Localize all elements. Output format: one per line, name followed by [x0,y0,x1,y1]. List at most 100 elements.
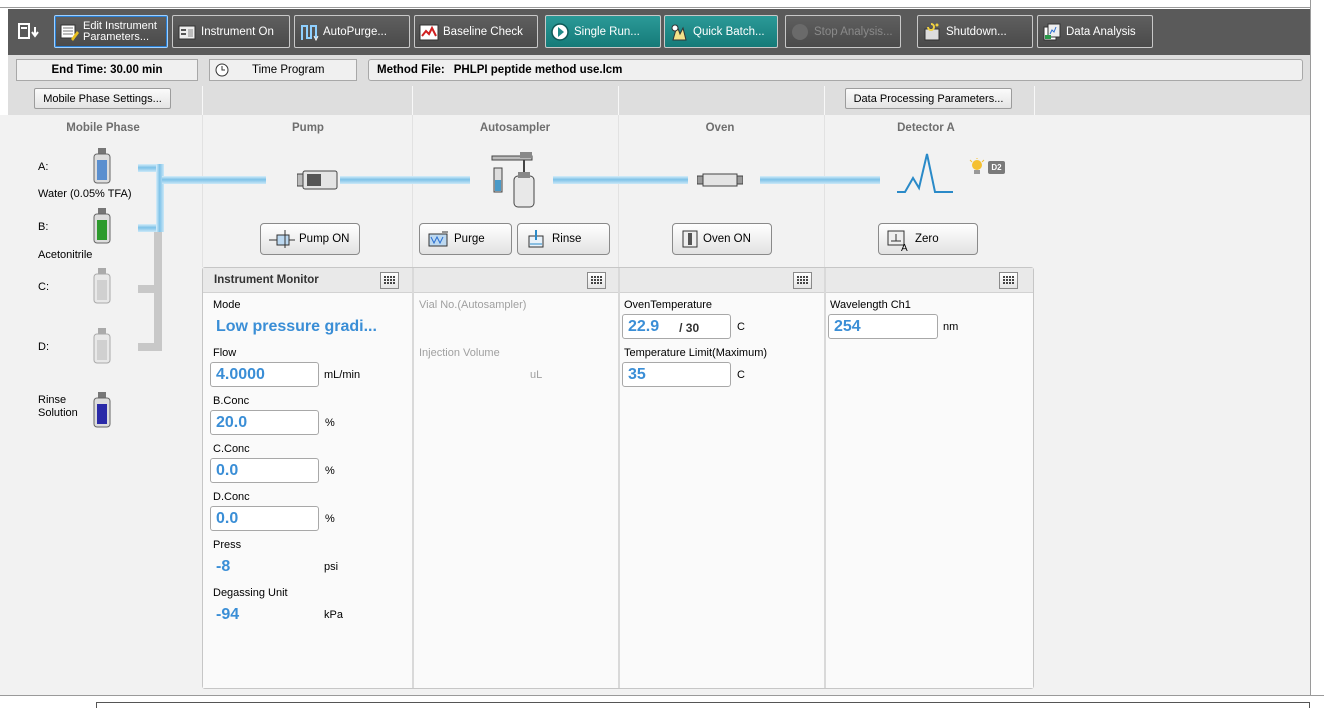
wavelength-label: Wavelength Ch1 [830,299,911,311]
mobile-phase-settings-button[interactable]: Mobile Phase Settings... [34,88,171,109]
instrument-monitor-title: Instrument Monitor [214,274,319,286]
purge-icon [428,230,450,248]
press-label: Press [213,539,242,551]
shutdown-button[interactable]: Shutdown... [917,15,1033,48]
bconc-unit: % [325,417,335,429]
column-divider [1034,86,1035,115]
baseline-check-button[interactable]: Baseline Check [414,15,538,48]
lab-solutions-window: Edit Instrument Parameters... Instrument … [0,0,1324,708]
purge-label: Purge [454,233,485,245]
single-run-button[interactable]: Single Run... [545,15,661,48]
monitor-divider [412,268,414,688]
mode-value: Low pressure gradi... [216,317,377,335]
bottle-rinse-icon[interactable] [92,392,112,428]
quick-batch-icon [669,22,689,42]
quick-batch-button[interactable]: Quick Batch... [664,15,778,48]
time-program-button[interactable]: Time Program [209,59,357,81]
svg-text:A: A [901,243,908,252]
degassing-label: Degassing Unit [213,587,288,599]
autopurge-button[interactable]: AutoPurge... [294,15,410,48]
rinse-label: Rinse [552,233,582,245]
data-analysis-icon [1042,22,1062,42]
column-divider [412,115,413,267]
pipe-pump-to-autosampler [340,176,470,184]
flow-label: Flow [213,347,237,359]
method-file-display: Method File: PHLPI peptide method use.lc… [368,59,1303,81]
monitor-divider [824,268,826,688]
bottle-b-icon[interactable] [92,208,112,244]
data-processing-parameters-button[interactable]: Data Processing Parameters... [845,88,1012,109]
baseline-check-label: Baseline Check [443,25,523,38]
mobile-phase-d-label: D: [38,341,49,353]
dconc-value-field[interactable]: 0.0 [210,506,319,531]
flow-value-field[interactable]: 4.0000 [210,362,319,387]
rinse-button[interactable]: Rinse [517,223,610,255]
pipe-oven-to-detector [760,176,880,184]
time-program-label: Time Program [252,64,325,76]
mobile-phase-a-label: A: [38,161,49,173]
quick-batch-label: Quick Batch... [693,25,765,38]
line-cd-pipe [154,232,162,351]
end-time-display: End Time: 30.00 min [16,59,198,81]
oven-grid-settings-icon[interactable] [793,272,812,289]
bconc-label: B.Conc [213,395,250,407]
purge-button[interactable]: Purge [419,223,512,255]
oven-temperature-field[interactable]: 22.9 / 30 [622,314,731,339]
stop-analysis-button[interactable]: Stop Analysis... [785,15,901,48]
detector-signal-icon [897,152,955,198]
cconc-unit: % [325,465,335,477]
mobile-phase-c-label: C: [38,281,49,293]
vial-number-label: Vial No.(Autosampler) [419,299,527,311]
bottle-d-icon[interactable] [92,328,112,364]
clock-icon [214,62,230,78]
wavelength-field[interactable]: 254 [828,314,938,339]
cconc-value-field[interactable]: 0.0 [210,458,319,483]
detector-grid-settings-icon[interactable] [999,272,1018,289]
flow-unit: mL/min [324,369,361,381]
method-file-value: PHLPI peptide method use.lcm [453,64,623,76]
method-file-label: Method File: [377,64,445,76]
oven-temperature-unit: C [737,321,745,333]
edit-instrument-parameters-button[interactable]: Edit Instrument Parameters... [54,15,168,48]
wavelength-unit: nm [943,321,959,333]
mode-label: Mode [213,299,241,311]
oven-title: Oven [705,122,735,134]
bottom-tab[interactable] [96,702,1310,708]
oven-temperature-label: OvenTemperature [624,299,713,311]
oven-on-button[interactable]: Oven ON [672,223,772,255]
bottle-c-icon[interactable] [92,268,112,304]
autosampler-grid-settings-icon[interactable] [587,272,606,289]
pump-icon [296,168,339,192]
pump-on-icon [269,230,295,248]
oven-temperature-setpoint: / 30 [679,321,700,335]
monitor-divider [618,268,620,688]
detector-title: Detector A [897,122,955,134]
pipe-to-pump [162,176,266,184]
column-divider [412,86,413,115]
column-divider [618,86,619,115]
rinse-solution-label: Rinse Solution [38,394,78,420]
bconc-value-field[interactable]: 20.0 [210,410,319,435]
lamp-icon [969,158,985,176]
method-info-bar: End Time: 30.00 min Time Program Method … [8,55,1310,115]
menu-dropdown-icon[interactable] [16,21,44,43]
temperature-limit-unit: C [737,369,745,381]
degassing-unit: kPa [324,609,343,621]
instrument-on-button[interactable]: Instrument On [172,15,290,48]
column-divider [618,115,619,267]
data-analysis-button[interactable]: Data Analysis [1037,15,1153,48]
rinse-label-line1: Rinse [38,394,67,406]
pump-on-button[interactable]: Pump ON [260,223,360,255]
shutdown-icon [922,22,942,42]
temperature-limit-field[interactable]: 35 [622,362,731,387]
dconc-unit: % [325,513,335,525]
oven-on-label: Oven ON [703,233,751,245]
pipe-autosampler-to-oven [553,176,688,184]
pump-grid-settings-icon[interactable] [380,272,399,289]
autosampler-title: Autosampler [479,122,551,134]
zero-button[interactable]: A Zero [878,223,978,255]
column-divider [202,115,203,267]
bottle-a-icon[interactable] [92,148,112,184]
pump-on-label: Pump ON [299,233,350,245]
bottom-tab-strip [0,695,1324,708]
